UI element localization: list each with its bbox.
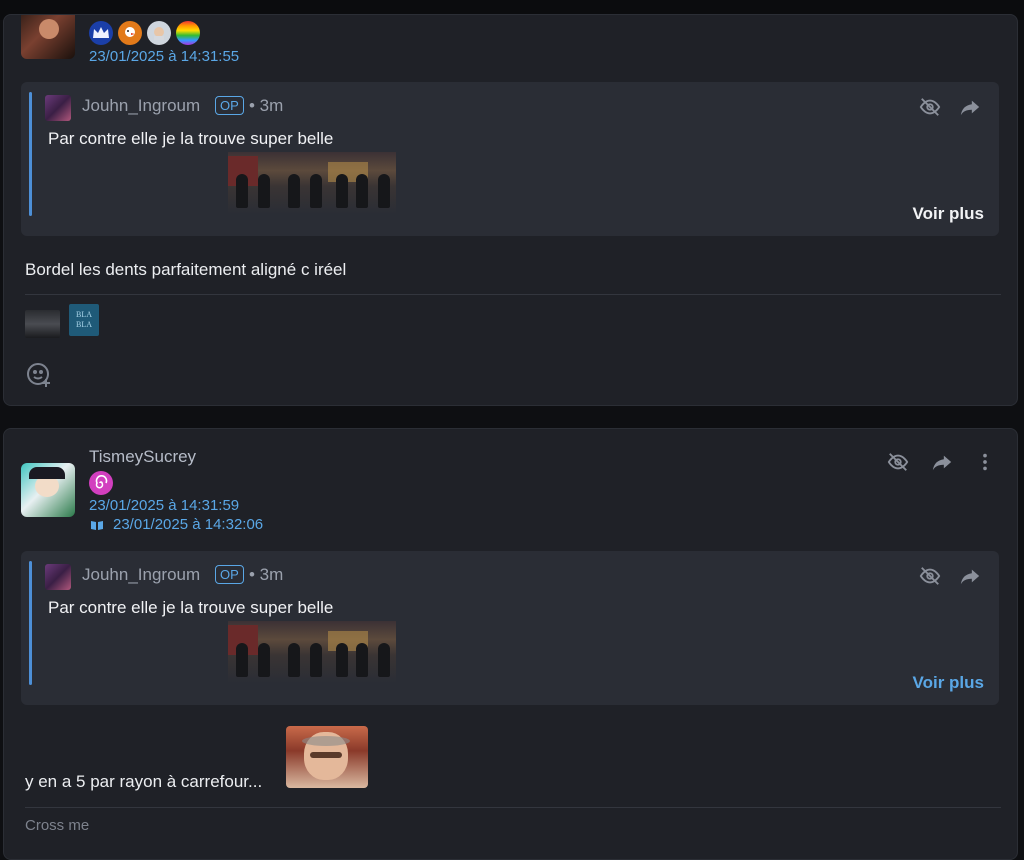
quote-block: Jouhn_Ingroum OP • 3m Par contre elle je… — [21, 551, 999, 705]
bla-bla-text: BLA BLA — [76, 310, 92, 329]
edited-icon — [90, 518, 104, 530]
op-badge: OP — [215, 565, 244, 584]
voir-plus-link[interactable]: Voir plus — [913, 204, 984, 224]
quote-username[interactable]: Jouhn_Ingroum — [82, 96, 200, 116]
divider — [25, 807, 1001, 808]
post-username[interactable]: TismeySucrey — [89, 447, 196, 467]
crown-badge[interactable] — [89, 21, 113, 45]
more-options-icon[interactable] — [972, 449, 998, 475]
signature-image — [25, 310, 60, 338]
hide-icon[interactable] — [917, 563, 943, 589]
quote-username[interactable]: Jouhn_Ingroum — [82, 565, 200, 585]
add-reaction-icon[interactable] — [25, 360, 53, 388]
bla-bla-sticker: BLA BLA — [69, 304, 99, 336]
quote-text: Par contre elle je la trouve super belle — [48, 598, 334, 617]
duck-badge[interactable] — [118, 21, 142, 45]
face-badge[interactable] — [147, 21, 171, 45]
hide-icon[interactable] — [917, 94, 943, 120]
op-badge: OP — [215, 96, 244, 115]
post-text: Bordel les dents parfaitement aligné c i… — [25, 260, 347, 279]
sticker-image — [286, 726, 368, 788]
quote-text: Par contre elle je la trouve super belle — [48, 129, 334, 148]
post-date[interactable]: 23/01/2025 à 14:31:59 — [89, 497, 239, 514]
post-date[interactable]: 23/01/2025 à 14:31:55 — [89, 48, 239, 65]
rainbow-badge[interactable] — [176, 21, 200, 45]
share-icon[interactable] — [957, 563, 983, 589]
quote-bar — [29, 92, 32, 216]
post-text: y en a 5 par rayon à carrefour... — [25, 772, 263, 791]
quote-time: • 3m — [249, 96, 284, 115]
quote-bar — [29, 561, 32, 685]
post-card: TismeySucrey 23/01/2025 à 14:31:59 23/01… — [3, 428, 1018, 860]
quote-image[interactable] — [228, 152, 396, 214]
divider — [25, 294, 1001, 295]
badge-list — [89, 21, 200, 45]
quote-time: • 3m — [249, 565, 284, 584]
quote-block: Jouhn_Ingroum OP • 3m Par contre elle je… — [21, 82, 999, 236]
quote-image[interactable] — [228, 621, 396, 683]
signature-text: Cross me — [25, 817, 90, 834]
avatar[interactable] — [21, 15, 75, 59]
hide-icon[interactable] — [885, 449, 911, 475]
share-icon[interactable] — [929, 449, 955, 475]
quote-avatar[interactable] — [45, 95, 71, 121]
voir-plus-link[interactable]: Voir plus — [913, 673, 984, 693]
share-icon[interactable] — [957, 94, 983, 120]
quote-avatar[interactable] — [45, 564, 71, 590]
post-card: 23/01/2025 à 14:31:55 Jouhn_Ingroum OP •… — [3, 14, 1018, 406]
edited-date: 23/01/2025 à 14:32:06 — [113, 516, 264, 533]
badge-list — [89, 471, 113, 495]
avatar[interactable] — [21, 463, 75, 517]
swirl-badge[interactable] — [89, 471, 113, 495]
